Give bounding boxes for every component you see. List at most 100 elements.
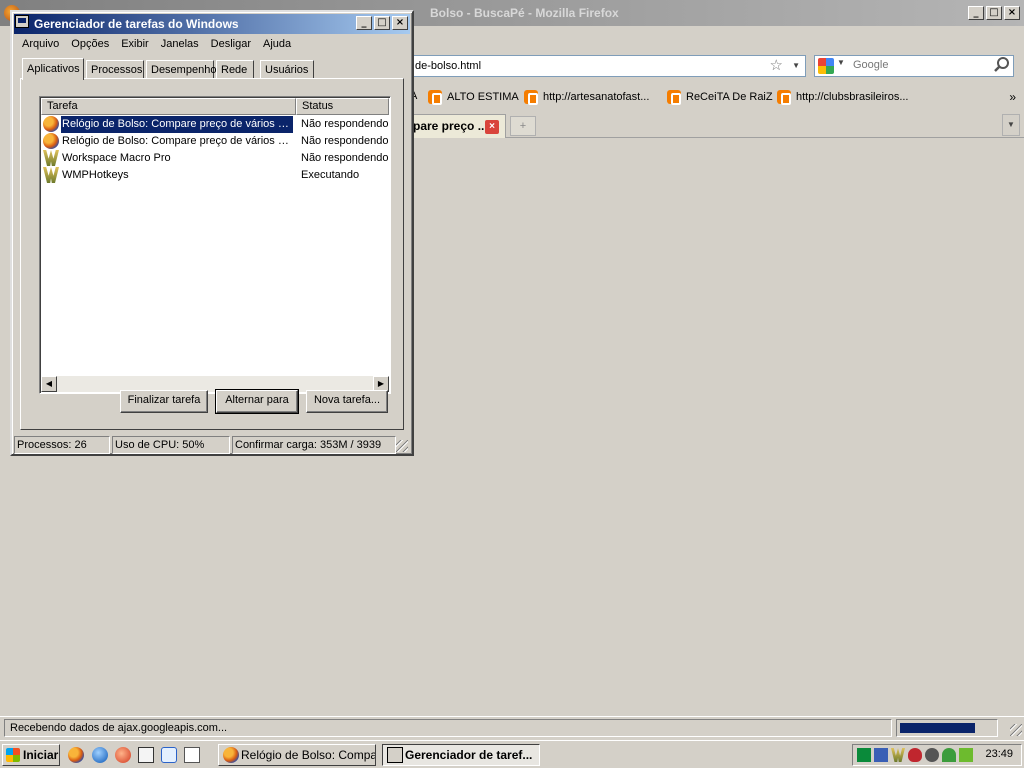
tab-processos[interactable]: Processos bbox=[86, 60, 144, 79]
start-button[interactable]: Iniciar bbox=[2, 744, 60, 766]
internet-explorer-icon[interactable] bbox=[161, 747, 177, 763]
close-button[interactable]: × bbox=[1004, 6, 1020, 20]
firefox-icon bbox=[43, 133, 59, 149]
task-manager-window: Gerenciador de tarefas do Windows _ □ × … bbox=[10, 10, 414, 456]
firefox-window-title: Bolso - BuscaPé - Mozilla Firefox bbox=[430, 6, 619, 20]
task-manager-window-controls: _ □ × bbox=[356, 16, 408, 30]
menu-desligar[interactable]: Desligar bbox=[205, 36, 257, 54]
taskbar-button-task-manager[interactable]: Gerenciador de taref... bbox=[382, 744, 540, 766]
column-header-status[interactable]: Status bbox=[296, 98, 389, 115]
taskbar-button-label: Gerenciador de taref... bbox=[405, 748, 533, 762]
wmp-icon bbox=[43, 150, 59, 166]
minimize-button[interactable]: _ bbox=[968, 6, 984, 20]
bookmark-item[interactable]: ReCeiTA De RaiZ bbox=[667, 90, 773, 105]
document-icon[interactable] bbox=[184, 747, 200, 763]
search-box[interactable]: ▼ Google bbox=[814, 55, 1014, 77]
bookmarks-toolbar: A ALTO ESTIMA http://artesanatofast... R… bbox=[410, 87, 1024, 109]
wmp-icon[interactable] bbox=[891, 748, 905, 762]
browser-tab-label: pare preço ... bbox=[413, 119, 488, 133]
resize-grip[interactable] bbox=[1010, 724, 1022, 736]
task-manager-menubar: Arquivo Opções Exibir Janelas Desligar A… bbox=[16, 36, 297, 54]
column-header-task[interactable]: Tarefa bbox=[41, 98, 296, 115]
antivirus-shield-icon[interactable] bbox=[908, 748, 922, 762]
scroll-left-icon[interactable]: ◀ bbox=[41, 376, 57, 392]
search-engine-dropdown-icon[interactable]: ▼ bbox=[837, 58, 845, 67]
app-icon[interactable] bbox=[115, 747, 131, 763]
menu-exibir[interactable]: Exibir bbox=[115, 36, 155, 54]
url-bar[interactable]: de-bolso.html ☆ ▼ bbox=[410, 55, 806, 77]
bookmarks-overflow-icon[interactable]: » bbox=[1009, 90, 1016, 104]
taskbar: Iniciar Relógio de Bolso: Compa... Geren… bbox=[0, 740, 1024, 768]
new-tab-button[interactable]: + bbox=[510, 116, 536, 136]
tab-close-icon[interactable]: × bbox=[485, 120, 499, 134]
task-manager-icon bbox=[387, 747, 403, 763]
clock[interactable]: 23:49 bbox=[985, 748, 1013, 760]
progress-bar bbox=[896, 719, 998, 737]
firefox-icon[interactable] bbox=[68, 747, 84, 763]
google-icon[interactable] bbox=[818, 58, 834, 74]
task-manager-icon bbox=[15, 15, 29, 28]
tab-usuarios[interactable]: Usuários bbox=[260, 60, 314, 79]
menu-opcoes[interactable]: Opções bbox=[65, 36, 115, 54]
wmp-icon bbox=[43, 167, 59, 183]
table-row[interactable]: Relógio de Bolso: Compare preço de vário… bbox=[42, 133, 388, 150]
menu-arquivo[interactable]: Arquivo bbox=[16, 36, 65, 54]
task-manager-statusbar: Processos: 26 Uso de CPU: 50% Confirmar … bbox=[14, 436, 410, 454]
bookmark-label: http://clubsbrasileiros... bbox=[796, 91, 909, 103]
search-icon[interactable] bbox=[993, 56, 1011, 74]
task-name: Relógio de Bolso: Compare preço de vário… bbox=[62, 135, 293, 147]
taskbar-button-firefox[interactable]: Relógio de Bolso: Compa... bbox=[218, 744, 376, 766]
monitor-icon[interactable] bbox=[874, 748, 888, 762]
taskbar-button-label: Relógio de Bolso: Compa... bbox=[241, 748, 376, 762]
process-count: Processos: 26 bbox=[14, 436, 110, 454]
bookmark-item[interactable]: ALTO ESTIMA bbox=[428, 90, 519, 105]
list-header: Tarefa Status bbox=[41, 98, 389, 115]
maximize-button[interactable]: □ bbox=[374, 16, 390, 30]
bookmark-star-icon[interactable]: ☆ bbox=[770, 58, 783, 74]
wireless-icon[interactable] bbox=[942, 748, 956, 762]
commit-charge: Confirmar carga: 353M / 3939 bbox=[232, 436, 396, 454]
firefox-window-controls: _ □ × bbox=[968, 6, 1020, 20]
table-row[interactable]: Workspace Macro Pro Não respondendo bbox=[42, 150, 388, 167]
system-tray: 23:49 bbox=[852, 744, 1022, 766]
status-text: Recebendo dados de ajax.googleapis.com..… bbox=[4, 719, 892, 737]
menu-janelas[interactable]: Janelas bbox=[155, 36, 205, 54]
tab-aplicativos[interactable]: Aplicativos bbox=[22, 58, 84, 80]
task-name: Relógio de Bolso: Compare preço de vário… bbox=[60, 116, 294, 133]
applications-list[interactable]: Tarefa Status Relógio de Bolso: Compare … bbox=[39, 96, 391, 394]
search-placeholder[interactable]: Google bbox=[853, 59, 888, 71]
switch-to-button[interactable]: Alternar para bbox=[215, 389, 299, 414]
bookmark-label: ReCeiTA De RaiZ bbox=[686, 91, 773, 103]
show-desktop-icon[interactable] bbox=[138, 747, 154, 763]
new-task-button[interactable]: Nova tarefa... bbox=[306, 390, 388, 413]
tab-rede[interactable]: Rede bbox=[216, 60, 254, 79]
network-icon[interactable] bbox=[857, 748, 871, 762]
resize-grip[interactable] bbox=[396, 440, 408, 452]
table-row[interactable]: Relógio de Bolso: Compare preço de vário… bbox=[42, 116, 388, 133]
url-dropdown-icon[interactable]: ▼ bbox=[792, 56, 800, 76]
blogger-icon bbox=[524, 90, 538, 105]
task-name: WMPHotkeys bbox=[62, 169, 129, 181]
nvidia-icon[interactable] bbox=[959, 748, 973, 762]
firefox-statusbar: Recebendo dados de ajax.googleapis.com..… bbox=[0, 716, 1024, 738]
firefox-icon bbox=[223, 747, 239, 763]
close-button[interactable]: × bbox=[392, 16, 408, 30]
end-task-button[interactable]: Finalizar tarefa bbox=[120, 390, 208, 413]
bookmark-item[interactable]: http://artesanatofast... bbox=[524, 90, 649, 105]
menu-ajuda[interactable]: Ajuda bbox=[257, 36, 297, 54]
url-text: de-bolso.html bbox=[415, 60, 482, 72]
tab-desempenho[interactable]: Desempenho bbox=[146, 60, 216, 79]
cpu-usage: Uso de CPU: 50% bbox=[112, 436, 230, 454]
maximize-button[interactable]: □ bbox=[986, 6, 1002, 20]
task-status: Não respondendo bbox=[301, 152, 389, 164]
browser-tab[interactable]: pare preço ... × bbox=[410, 114, 506, 138]
blogger-icon bbox=[428, 90, 442, 105]
task-manager-titlebar[interactable]: Gerenciador de tarefas do Windows bbox=[14, 14, 410, 34]
bookmark-item[interactable]: http://clubsbrasileiros... bbox=[777, 90, 909, 105]
minimize-button[interactable]: _ bbox=[356, 16, 372, 30]
task-name: Workspace Macro Pro bbox=[62, 152, 171, 164]
security-icon[interactable] bbox=[925, 748, 939, 762]
table-row[interactable]: WMPHotkeys Executando bbox=[42, 167, 388, 184]
browser-globe-icon[interactable] bbox=[92, 747, 108, 763]
tab-list-icon[interactable]: ▼ bbox=[1002, 114, 1020, 136]
